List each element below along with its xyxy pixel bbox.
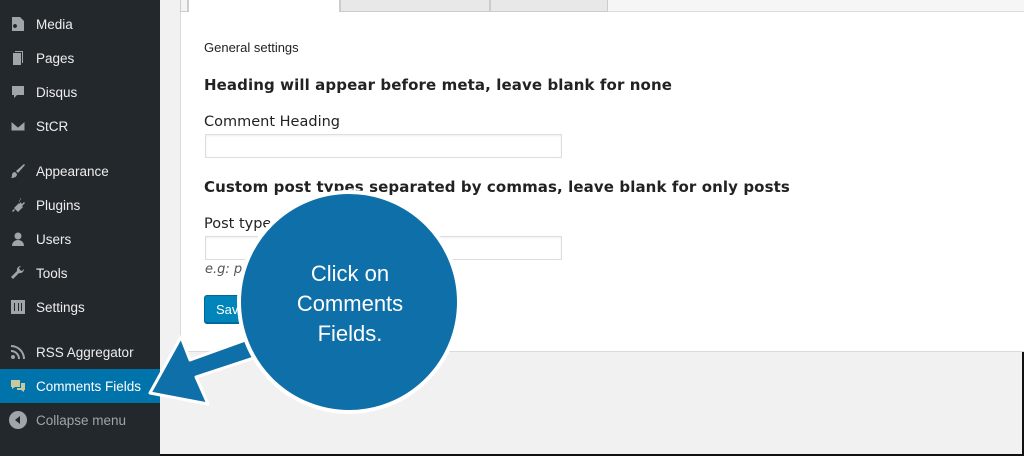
section-title: General settings bbox=[204, 40, 299, 55]
wrench-icon bbox=[10, 265, 26, 281]
tab-left-edge bbox=[180, 0, 188, 12]
callout-text: Click on Comments Fields. bbox=[245, 259, 455, 349]
sidebar-item-comments-fields[interactable]: Comments Fields bbox=[0, 369, 160, 403]
sidebar-item-label: RSS Aggregator bbox=[36, 344, 134, 360]
collapse-menu-label: Collapse menu bbox=[36, 412, 127, 428]
sidebar-item-label: Tools bbox=[36, 265, 68, 281]
heading-comment-heading: Heading will appear before meta, leave b… bbox=[204, 76, 673, 94]
collapse-menu-button[interactable]: Collapse menu bbox=[0, 403, 160, 437]
comments-fields-icon bbox=[10, 378, 26, 394]
collapse-arrow-icon bbox=[9, 411, 27, 429]
sidebar-item-label: Pages bbox=[36, 50, 75, 66]
callout-line: Click on bbox=[310, 261, 390, 286]
sidebar-item-label: Media bbox=[36, 16, 73, 32]
sidebar-item-users[interactable]: Users bbox=[0, 222, 160, 256]
sidebar-item-rss-aggregator[interactable]: RSS Aggregator bbox=[0, 335, 160, 369]
sidebar-item-plugins[interactable]: Plugins bbox=[0, 188, 160, 222]
sidebar-item-media[interactable]: Media bbox=[0, 7, 160, 41]
post-types-hint: e.g: po bbox=[205, 262, 251, 277]
post-types-label: Post types bbox=[204, 216, 279, 232]
media-icon bbox=[10, 16, 26, 32]
comment-heading-label: Comment Heading bbox=[204, 114, 340, 130]
tab-bar bbox=[180, 0, 1024, 12]
post-types-input[interactable] bbox=[205, 236, 562, 260]
plug-icon bbox=[10, 197, 26, 213]
tab-3[interactable] bbox=[490, 0, 608, 12]
user-icon bbox=[10, 231, 26, 247]
tab-bar-filler bbox=[608, 0, 1024, 12]
paintbrush-icon bbox=[10, 163, 26, 179]
sidebar-item-settings[interactable]: Settings bbox=[0, 290, 160, 324]
admin-sidebar: Media Pages Disqus StCR Appearance Plugi… bbox=[0, 0, 160, 456]
heading-post-types: Custom post types separated by commas, l… bbox=[204, 178, 790, 196]
callout-line: Fields. bbox=[317, 321, 383, 346]
envelope-icon bbox=[10, 118, 26, 134]
tab-active[interactable] bbox=[188, 0, 340, 12]
sidebar-item-label: Users bbox=[36, 231, 72, 247]
sidebar-item-label: Settings bbox=[36, 299, 85, 315]
rss-icon bbox=[10, 344, 26, 360]
sidebar-item-appearance[interactable]: Appearance bbox=[0, 154, 160, 188]
comment-bubble-icon bbox=[10, 84, 26, 100]
comment-heading-input[interactable] bbox=[205, 134, 562, 158]
sidebar-item-label: StCR bbox=[36, 118, 69, 134]
tab-2[interactable] bbox=[340, 0, 490, 12]
sidebar-item-disqus[interactable]: Disqus bbox=[0, 75, 160, 109]
sidebar-item-label: Plugins bbox=[36, 197, 81, 213]
settings-sliders-icon bbox=[10, 299, 26, 315]
pages-icon bbox=[10, 50, 26, 66]
sidebar-item-label: Comments Fields bbox=[36, 378, 142, 394]
sidebar-item-pages[interactable]: Pages bbox=[0, 41, 160, 75]
sidebar-item-label: Disqus bbox=[36, 84, 78, 100]
sidebar-item-tools[interactable]: Tools bbox=[0, 256, 160, 290]
sidebar-item-stcr[interactable]: StCR bbox=[0, 109, 160, 143]
callout-line: Comments bbox=[296, 291, 404, 316]
sidebar-item-label: Appearance bbox=[36, 163, 109, 179]
